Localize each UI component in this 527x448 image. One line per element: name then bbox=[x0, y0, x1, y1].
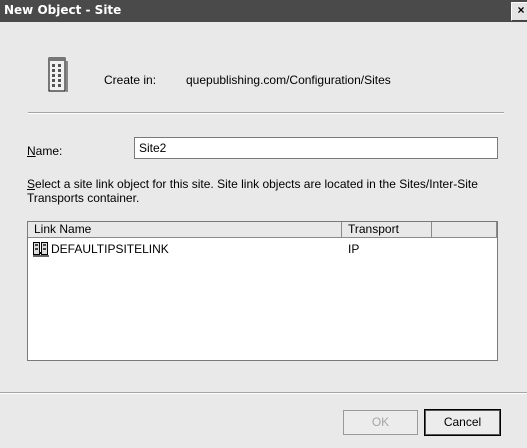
column-header-blank[interactable] bbox=[432, 222, 497, 238]
site-link-instructions: Select a site link object for this site.… bbox=[27, 177, 478, 205]
site-link-icon bbox=[33, 242, 49, 257]
column-header-transport[interactable]: Transport bbox=[342, 222, 432, 238]
row-transport: IP bbox=[348, 242, 360, 256]
separator-bottom bbox=[0, 392, 527, 394]
site-object-icon bbox=[48, 57, 68, 92]
ok-button[interactable]: OK bbox=[343, 410, 418, 435]
name-input[interactable]: Site2 bbox=[134, 137, 498, 159]
close-button[interactable]: × bbox=[511, 2, 527, 21]
site-link-list[interactable]: Link Name Transport DEFAULTIPSITELINK IP bbox=[27, 221, 498, 361]
column-header-link-name[interactable]: Link Name bbox=[28, 222, 342, 238]
create-in-path: quepublishing.com/Configuration/Sites bbox=[186, 73, 391, 87]
window-title: New Object - Site bbox=[4, 3, 122, 17]
close-icon: × bbox=[517, 3, 525, 17]
row-link-name: DEFAULTIPSITELINK bbox=[51, 242, 169, 256]
title-bar: New Object - Site × bbox=[0, 0, 527, 22]
separator-top bbox=[28, 112, 504, 114]
cancel-button[interactable]: Cancel bbox=[424, 409, 501, 436]
name-label: Name: bbox=[27, 144, 63, 158]
create-in-label: Create in: bbox=[104, 73, 157, 87]
